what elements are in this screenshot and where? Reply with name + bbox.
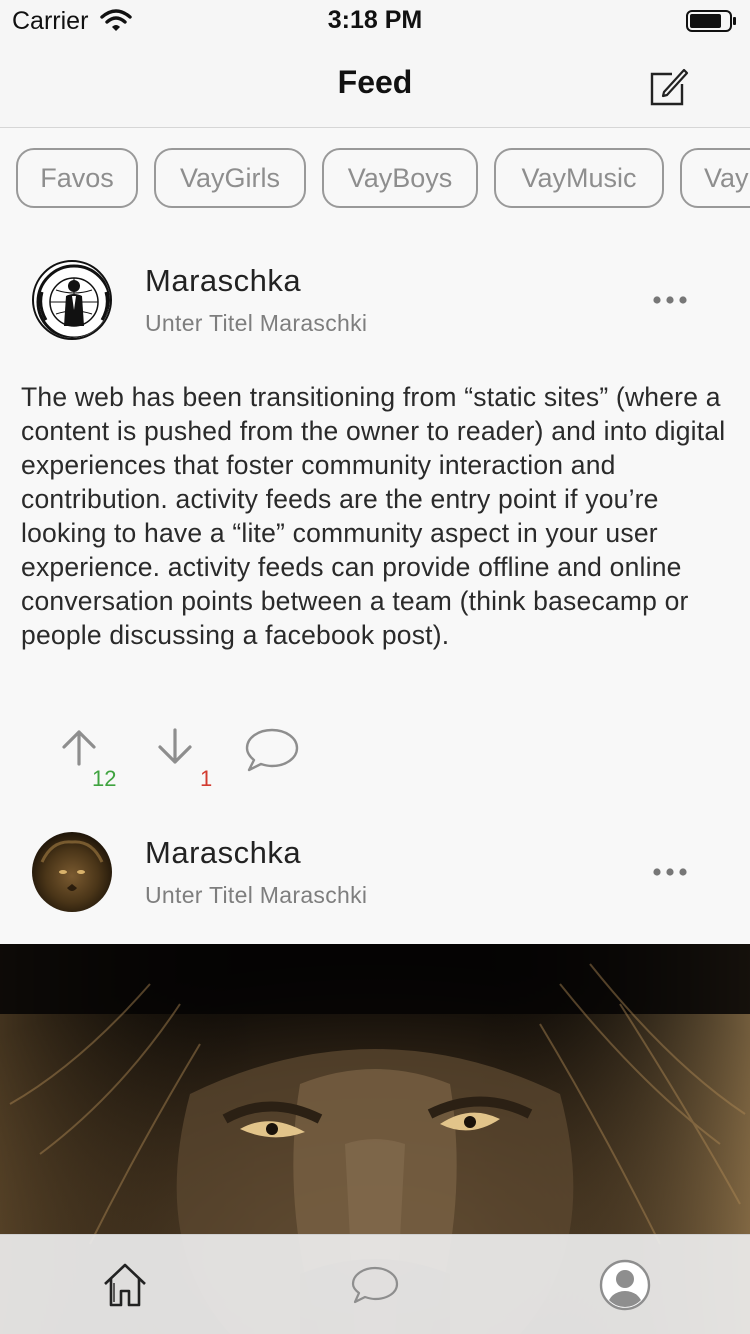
post-subtitle: Unter Titel Maraschki <box>145 882 368 908</box>
category-chip-vaymusic[interactable]: VayMusic <box>494 148 664 208</box>
tab-bar <box>0 1234 750 1334</box>
status-time: 3:18 PM <box>327 6 423 34</box>
profile-avatar-icon <box>599 1259 651 1311</box>
category-chips-row[interactable]: Favos VayGirls VayBoys VayMusic Vay <box>0 128 750 228</box>
category-chip-vaygirls[interactable]: VayGirls <box>154 148 306 208</box>
tab-messages[interactable] <box>250 1235 500 1334</box>
tab-home[interactable] <box>0 1235 250 1334</box>
post-author-name[interactable]: Maraschka <box>145 263 301 299</box>
avatar[interactable] <box>32 832 112 912</box>
upvote-count: 12 <box>92 766 117 791</box>
category-chip-favos[interactable]: Favos <box>16 148 138 208</box>
chat-bubble-icon <box>351 1266 399 1304</box>
comment-bubble-icon[interactable] <box>244 727 300 773</box>
anonymous-emblem-icon <box>36 264 110 338</box>
category-chip-vay[interactable]: Vay <box>680 148 750 208</box>
downvote-count: 1 <box>200 766 213 791</box>
post-author-name[interactable]: Maraschka <box>145 835 301 871</box>
navigation-bar: Feed <box>0 40 750 128</box>
page-title: Feed <box>337 64 413 100</box>
compose-icon[interactable] <box>648 66 690 106</box>
lion-photo-icon <box>32 832 112 912</box>
post-body-text: The web has been transitioning from “sta… <box>21 382 726 650</box>
more-options-icon[interactable] <box>652 295 688 305</box>
home-icon <box>104 1263 146 1307</box>
avatar[interactable] <box>32 260 112 340</box>
category-chip-vayboys[interactable]: VayBoys <box>322 148 478 208</box>
post-subtitle: Unter Titel Maraschki <box>145 310 368 336</box>
downvote-arrow-icon[interactable] <box>156 728 194 766</box>
more-options-icon[interactable] <box>652 867 688 877</box>
tab-profile[interactable] <box>500 1235 750 1334</box>
upvote-arrow-icon[interactable] <box>60 728 98 766</box>
battery-icon <box>686 10 736 32</box>
status-bar: Carrier 3:18 PM <box>0 0 750 40</box>
